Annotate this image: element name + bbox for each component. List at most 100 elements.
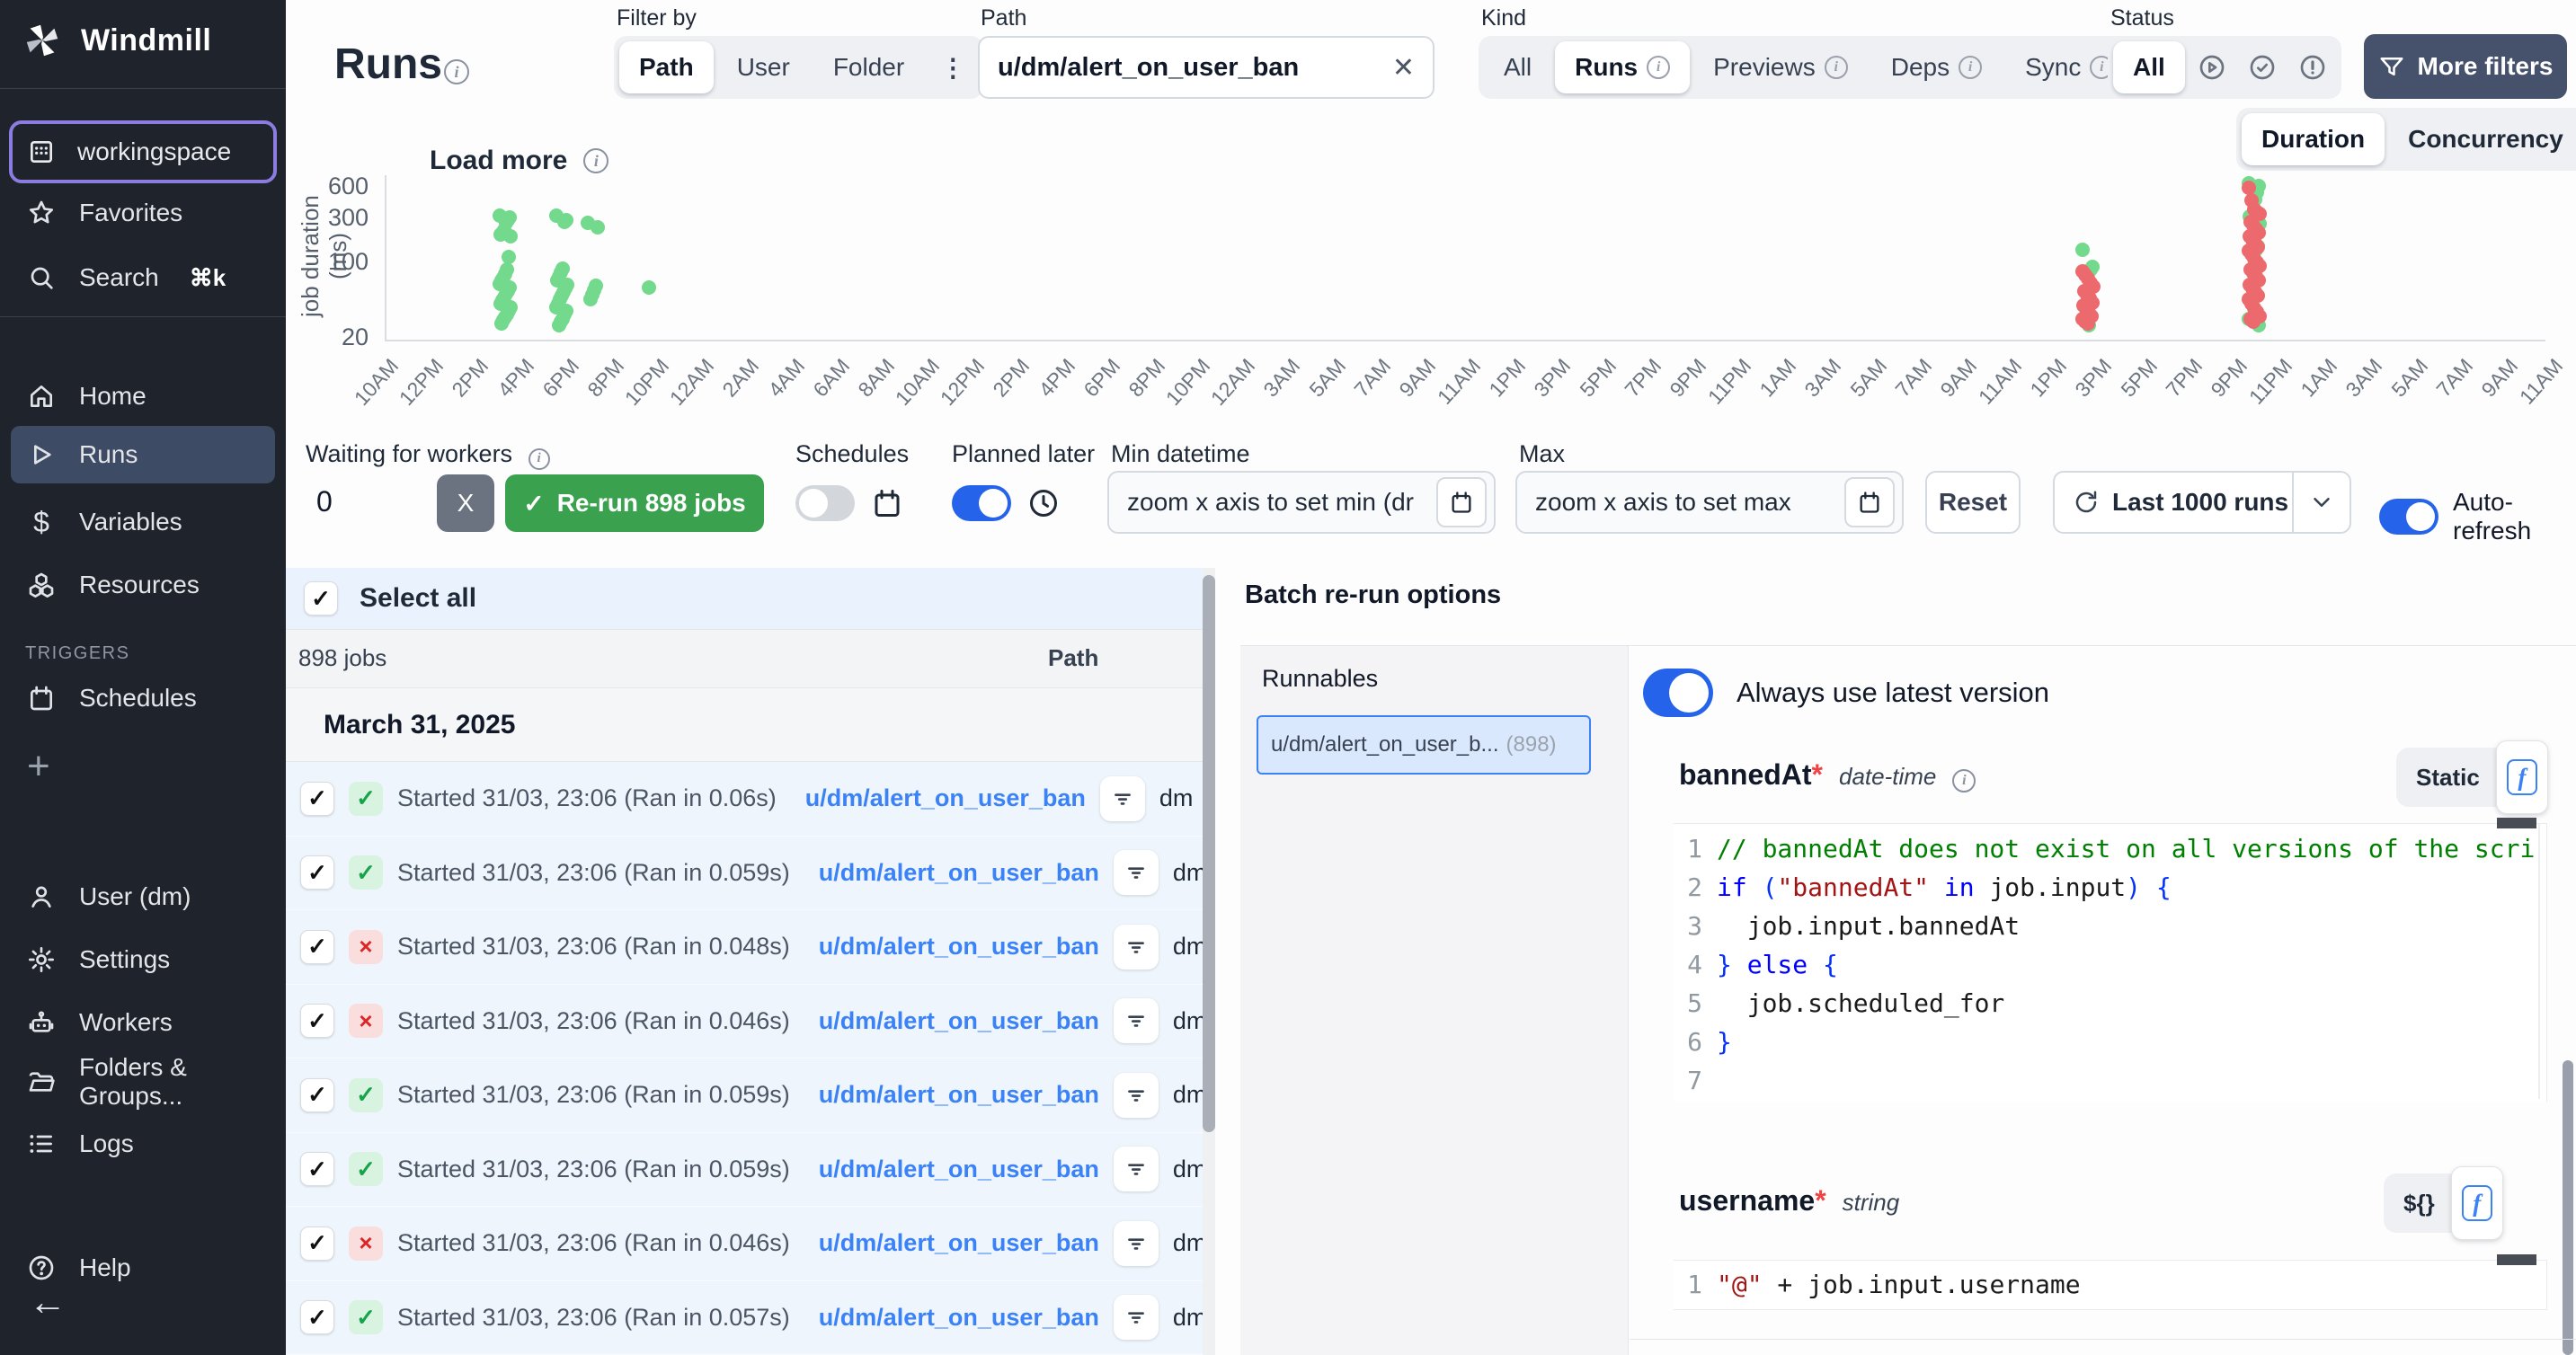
load-more-button[interactable]: Load more i [430,146,608,176]
filter-option-user[interactable]: User [717,41,810,93]
sidebar-item-search[interactable]: Search ⌘k [11,252,275,304]
max-datetime-calendar-button[interactable] [1844,477,1895,527]
job-dot[interactable] [591,220,605,235]
row-filter-button[interactable] [1114,998,1159,1043]
kind-option-all[interactable]: All [1484,41,1551,93]
javascript-mode-button[interactable]: f [2496,740,2548,814]
row-checkbox[interactable]: ✓ [300,1152,334,1186]
kind-option-previews[interactable]: Previews i [1693,41,1868,93]
row-checkbox[interactable]: ✓ [300,930,334,964]
job-dot[interactable] [2075,243,2090,257]
sidebar-item-home[interactable]: Home [11,370,275,422]
job-path-link[interactable]: u/dm/alert_on_user_ban [819,1156,1099,1183]
row-filter-button[interactable] [1114,1073,1159,1118]
info-icon[interactable]: i [1952,769,1976,793]
kind-option-deps[interactable]: Deps i [1871,41,2002,93]
row-checkbox[interactable]: ✓ [300,782,334,816]
auto-refresh-toggle[interactable] [2379,499,2438,535]
sidebar-item-logs[interactable]: Logs [11,1118,275,1170]
job-dot[interactable] [502,250,516,264]
row-filter-button[interactable] [1114,850,1159,895]
job-path-link[interactable]: u/dm/alert_on_user_ban [819,1229,1099,1257]
mode-template-label[interactable]: ${} [2403,1190,2435,1218]
table-row[interactable]: ✓✓Started 31/03, 23:06 (Ran in 0.059s)u/… [286,837,1203,911]
job-path-link[interactable]: u/dm/alert_on_user_ban [805,784,1086,812]
sidebar-item-variables[interactable]: $ Variables [11,496,275,548]
row-filter-button[interactable] [1100,776,1145,821]
job-path-link[interactable]: u/dm/alert_on_user_ban [819,933,1099,961]
sidebar-item-favorites[interactable]: Favorites [11,187,275,239]
job-path-link[interactable]: u/dm/alert_on_user_ban [819,1081,1099,1109]
job-dot[interactable] [2081,316,2095,331]
bannedat-code-editor[interactable]: 1// bannedAt does not exist on all versi… [1674,823,2547,1102]
collapse-sidebar-icon[interactable]: ← [29,1283,67,1321]
always-latest-toggle[interactable] [1643,669,1713,717]
sidebar-item-workers[interactable]: Workers [11,996,275,1049]
tab-concurrency[interactable]: Concurrency [2388,113,2576,165]
job-dot[interactable] [557,215,572,229]
row-checkbox[interactable]: ✓ [300,1004,334,1038]
title-info-icon[interactable]: i [444,59,469,84]
filter-option-path[interactable]: Path [619,41,714,93]
kind-option-runs[interactable]: Runs i [1555,41,1690,93]
job-dot[interactable] [2242,181,2256,195]
status-option-failure-icon[interactable] [2289,41,2336,93]
table-row[interactable]: ✓×Started 31/03, 23:06 (Ran in 0.046s)u/… [286,1207,1203,1281]
row-checkbox[interactable]: ✓ [300,1227,334,1261]
filter-option-folder[interactable]: Folder [813,41,924,93]
filter-more-options-icon[interactable]: ⋮ [928,41,978,93]
min-datetime-input[interactable]: zoom x axis to set min (dr [1107,471,1496,534]
status-option-success-icon[interactable] [2239,41,2286,93]
min-datetime-calendar-button[interactable] [1436,477,1487,527]
row-filter-button[interactable] [1114,1221,1159,1266]
sidebar-item-runs[interactable]: Runs [11,426,275,483]
table-row[interactable]: ✓×Started 31/03, 23:06 (Ran in 0.046s)u/… [286,985,1203,1059]
add-trigger-button[interactable]: + [27,744,50,789]
javascript-mode-button[interactable]: f [2451,1166,2503,1240]
status-option-running-icon[interactable] [2189,41,2235,93]
runs-limit-button[interactable]: Last 1000 runs [2053,471,2351,534]
status-option-all[interactable]: All [2113,41,2185,93]
row-filter-button[interactable] [1114,1147,1159,1191]
tab-duration[interactable]: Duration [2242,113,2385,165]
job-dot[interactable] [503,229,518,244]
mode-static-label[interactable]: Static [2416,764,2480,792]
clear-path-icon[interactable]: ✕ [1392,52,1415,84]
row-checkbox[interactable]: ✓ [300,1300,334,1334]
row-checkbox[interactable]: ✓ [300,855,334,890]
sidebar-item-folders-groups[interactable]: Folders & Groups... [11,1056,275,1108]
max-datetime-input[interactable]: zoom x axis to set max [1515,471,1904,534]
rerun-jobs-button[interactable]: ✓ Re-run 898 jobs [505,474,764,532]
sidebar-item-schedules[interactable]: Schedules [11,672,275,724]
table-row[interactable]: ✓✓Started 31/03, 23:06 (Ran in 0.059s)u/… [286,1058,1203,1133]
job-dot[interactable] [552,318,566,332]
select-all-checkbox[interactable]: ✓ [304,581,338,616]
runs-limit-dropdown[interactable] [2294,489,2349,516]
table-row[interactable]: ✓✓Started 31/03, 23:06 (Ran in 0.057s)u/… [286,1281,1203,1355]
runnable-item[interactable]: u/dm/alert_on_user_b... (898) [1257,715,1591,775]
path-filter-input[interactable]: u/dm/alert_on_user_ban ✕ [978,36,1435,99]
job-path-link[interactable]: u/dm/alert_on_user_ban [819,1007,1099,1035]
sidebar-item-user[interactable]: User (dm) [11,871,275,923]
job-path-link[interactable]: u/dm/alert_on_user_ban [819,1304,1099,1332]
row-filter-button[interactable] [1114,1295,1159,1340]
sidebar-item-resources[interactable]: Resources [11,559,275,611]
panel-scrollbar-thumb[interactable] [2563,1060,2573,1355]
logo-row[interactable]: Windmill [22,20,211,61]
row-filter-button[interactable] [1114,925,1159,970]
row-checkbox[interactable]: ✓ [300,1078,334,1112]
table-row[interactable]: ✓×Started 31/03, 23:06 (Ran in 0.048s)u/… [286,910,1203,985]
more-filters-button[interactable]: More filters [2364,34,2567,99]
sidebar-item-settings[interactable]: Settings [11,934,275,986]
job-dot[interactable] [642,280,656,295]
job-dot[interactable] [494,316,509,331]
reset-button[interactable]: Reset [1925,471,2021,534]
cancel-selection-button[interactable]: X [437,474,494,532]
table-row[interactable]: ✓✓Started 31/03, 23:06 (Ran in 0.059s)u/… [286,1133,1203,1208]
job-path-link[interactable]: u/dm/alert_on_user_ban [819,859,1099,887]
table-scrollbar-thumb[interactable] [1203,575,1215,1132]
table-row[interactable]: ✓✓Started 31/03, 23:06 (Ran in 0.06s)u/d… [286,762,1203,837]
schedules-toggle[interactable] [795,485,855,521]
workspace-switcher[interactable]: workingspace [9,120,277,183]
username-code-editor[interactable]: 1"@" + job.input.username [1674,1260,2547,1310]
